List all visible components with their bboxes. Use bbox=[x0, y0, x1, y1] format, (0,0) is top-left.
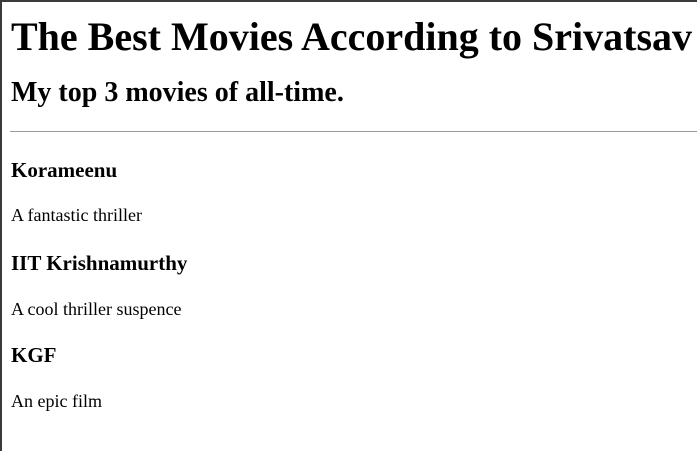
movie-description: An epic film bbox=[11, 391, 102, 411]
movie-description: A cool thriller suspence bbox=[11, 299, 182, 319]
movie-title: IIT Krishnamurthy bbox=[11, 251, 188, 275]
window-left-border bbox=[0, 0, 2, 451]
movie-item: IIT Krishnamurthy A cool thriller suspen… bbox=[11, 250, 697, 320]
movie-description: A fantastic thriller bbox=[11, 205, 142, 225]
movie-item: Korameenu A fantastic thriller bbox=[11, 157, 697, 226]
movie-item: KGF An epic film bbox=[11, 342, 697, 412]
page-content: The Best Movies According to Srivatsav M… bbox=[10, 0, 697, 412]
page-title: The Best Movies According to Srivatsav bbox=[11, 14, 693, 59]
divider bbox=[10, 131, 697, 132]
movie-title: Korameenu bbox=[11, 158, 118, 182]
movie-title: KGF bbox=[11, 343, 57, 367]
page-subtitle: My top 3 movies of all-time. bbox=[11, 77, 344, 108]
